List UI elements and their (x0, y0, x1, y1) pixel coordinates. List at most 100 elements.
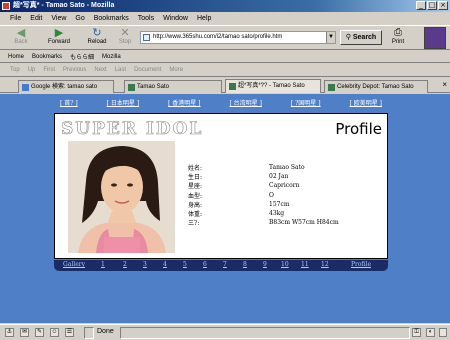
maximize-button[interactable]: □ (427, 1, 437, 10)
stop-label: Stop (118, 39, 132, 45)
info-label: 三?: (188, 220, 200, 228)
site-nav-western[interactable]: [ 欧美明星 ] (349, 98, 382, 108)
tab-label: Celebrity Depot: Tamao Sato (337, 84, 414, 90)
super-idol-logo: SUPER IDOL (61, 119, 204, 140)
back-arrow-icon: ◀ (16, 26, 26, 39)
window-titlebar: 超*写真* - Tamao Sato - Mozilla _ □ × (0, 0, 450, 12)
pager-9[interactable]: 9 (263, 261, 267, 268)
menu-edit[interactable]: Edit (30, 15, 42, 22)
page-title: Profile (335, 120, 382, 138)
privacy-icon: ◐ (426, 328, 435, 337)
pager-12[interactable]: 12 (321, 261, 329, 268)
nav-first[interactable]: First (43, 67, 55, 73)
tab-tamao-sato[interactable]: Tamao Sato (124, 80, 222, 93)
site-nav-hongkong[interactable]: [ 香港明星 ] (168, 98, 201, 108)
profile-card: SUPER IDOL Profile 姓名: Tamao Sato 生日: 02 J… (54, 113, 388, 259)
status-text: Done (97, 328, 114, 335)
nav-last[interactable]: Last (115, 67, 126, 73)
info-label: 生日: (188, 174, 203, 182)
page-favicon-icon (328, 84, 335, 91)
menu-go[interactable]: Go (75, 15, 84, 22)
info-row-name: 姓名: Tamao Sato (188, 163, 378, 172)
pager-2[interactable]: 2 (123, 261, 127, 268)
pager-3[interactable]: 3 (143, 261, 147, 268)
pager-profile[interactable]: Profile (351, 261, 371, 268)
mail-icon[interactable]: ✉ (20, 328, 29, 337)
info-value: Capricorn (269, 182, 300, 190)
site-nav-korea[interactable]: [ ?国明星 ] (291, 98, 321, 108)
pager-11[interactable]: 11 (301, 261, 309, 268)
profile-photo (68, 141, 175, 253)
info-value: 157cm (269, 200, 290, 208)
tab-celebrity-depot[interactable]: Celebrity Depot: Tamao Sato (324, 80, 428, 93)
pager-6[interactable]: 6 (203, 261, 207, 268)
tab-google[interactable]: Google 検索: tamao sato (18, 80, 114, 93)
menu-bar: File Edit View Go Bookmarks Tools Window… (0, 13, 450, 24)
reload-button[interactable]: ↻ Reload (84, 27, 110, 46)
mozilla-app-icon (2, 2, 10, 10)
menu-tools[interactable]: Tools (138, 15, 154, 22)
url-input[interactable]: http://www.365shu.com/i2/tamao sato/prof… (140, 31, 336, 44)
bookmark-folder-link[interactable]: もらら細 (70, 52, 94, 61)
site-nav-home[interactable]: [ 首? ] (60, 98, 78, 108)
pager-8[interactable]: 8 (243, 261, 247, 268)
nav-top[interactable]: Top (10, 67, 20, 73)
status-progress (120, 327, 410, 339)
url-text: http://www.365shu.com/i2/tamao sato/prof… (153, 34, 283, 40)
menu-bookmarks[interactable]: Bookmarks (94, 15, 129, 22)
forward-button[interactable]: ▶ Forward (44, 26, 74, 46)
menu-help[interactable]: Help (197, 15, 211, 22)
page-icon (143, 34, 150, 41)
stop-button[interactable]: ✕ Stop (114, 27, 136, 46)
pager-7[interactable]: 7 (223, 261, 227, 268)
info-value: 43kg (269, 210, 285, 218)
info-row-sign: 星座: Capricorn (188, 181, 378, 190)
connection-icon (84, 327, 94, 339)
site-nav: [ 首? ] [ 日本明星 ] [ 香港明星 ] [ 台湾明星 ] [ ?国明星… (54, 98, 388, 108)
pager-5[interactable]: 5 (183, 261, 187, 268)
close-tab-icon[interactable]: × (442, 81, 447, 89)
minimize-button[interactable]: _ (416, 1, 426, 10)
address-book-icon[interactable]: ☰ (65, 328, 74, 337)
info-value: O (269, 191, 274, 199)
forward-arrow-icon: ▶ (54, 26, 64, 39)
gallery-pager: Gallery 1 2 3 4 5 6 7 8 9 10 11 12 Profi… (54, 260, 388, 271)
nav-more[interactable]: More (169, 67, 183, 73)
menu-view[interactable]: View (51, 15, 66, 22)
site-nav-taiwan[interactable]: [ 台湾明星 ] (229, 98, 262, 108)
printer-icon: ⎙ (394, 27, 402, 38)
composer-icon[interactable]: ✎ (35, 328, 44, 337)
site-navigation-toolbar: Top Up First Previous Next Last Document… (0, 64, 450, 77)
pager-4[interactable]: 4 (163, 261, 167, 268)
menu-file[interactable]: File (10, 15, 21, 22)
mozilla-link[interactable]: Mozilla (102, 54, 121, 60)
url-dropdown-icon[interactable]: ▼ (326, 32, 335, 43)
back-button[interactable]: ◀ Back (8, 26, 34, 46)
page-favicon-icon (229, 83, 236, 90)
pager-gallery[interactable]: Gallery (63, 261, 85, 268)
resize-grip-icon[interactable] (439, 328, 447, 337)
info-row-blood: 血型: O (188, 191, 378, 200)
site-nav-japan[interactable]: [ 日本明星 ] (107, 98, 140, 108)
nav-next[interactable]: Next (94, 67, 106, 73)
info-row-weight: 体重: 43kg (188, 209, 378, 218)
search-button[interactable]: ⚲ Search (340, 30, 382, 45)
page-favicon-icon (128, 84, 135, 91)
pager-10[interactable]: 10 (281, 261, 289, 268)
menu-window[interactable]: Window (163, 15, 188, 22)
bookmarks-link[interactable]: Bookmarks (32, 54, 62, 60)
print-button[interactable]: ⎙ Print (386, 27, 410, 45)
close-window-button[interactable]: × (438, 1, 448, 10)
chat-icon[interactable]: ☺ (50, 328, 59, 337)
nav-document[interactable]: Document (134, 67, 161, 73)
info-label: 星座: (188, 183, 203, 191)
nav-up[interactable]: Up (28, 67, 36, 73)
navigator-icon[interactable]: ⚓ (5, 328, 14, 337)
home-link[interactable]: Home (8, 54, 24, 60)
tab-super-idol[interactable]: 超*写真*?? - Tamao Sato (225, 79, 321, 93)
nav-previous[interactable]: Previous (63, 67, 86, 73)
info-label: 血型: (188, 192, 203, 200)
security-icon: ⚿ (412, 328, 421, 337)
info-value: Tamao Sato (269, 164, 305, 172)
pager-1[interactable]: 1 (101, 261, 105, 268)
